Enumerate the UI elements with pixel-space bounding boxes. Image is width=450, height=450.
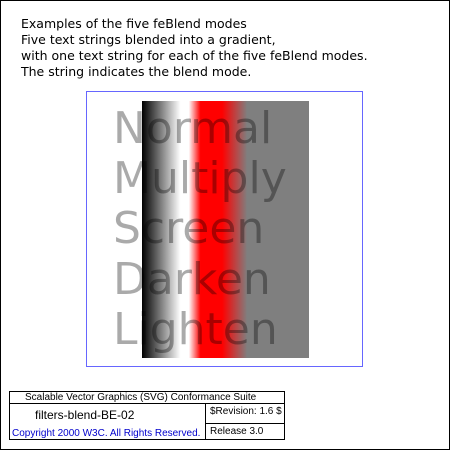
info-divider-horizontal — [205, 423, 285, 424]
description-line-2: Five text strings blended into a gradien… — [21, 32, 276, 47]
blend-word-normal: Normal — [113, 103, 273, 154]
blend-word-lighten: Lighten — [113, 304, 278, 355]
blend-word-multiply: Multiply — [113, 153, 287, 204]
description-line-4: The string indicates the blend mode. — [21, 64, 252, 79]
test-page: Examples of the five feBlend modes Five … — [0, 0, 450, 450]
info-divider-vertical — [205, 404, 206, 440]
blend-word-screen: Screen — [113, 203, 265, 254]
release-label: Release 3.0 — [210, 426, 264, 437]
copyright-link[interactable]: Copyright 2000 W3C. All Rights Reserved. — [12, 428, 200, 439]
description-line-1: Examples of the five feBlend modes — [21, 16, 247, 31]
suite-title: Scalable Vector Graphics (SVG) Conforman… — [25, 392, 257, 403]
test-name: filters-blend-BE-02 — [35, 408, 135, 422]
blend-word-darken: Darken — [113, 254, 271, 305]
description-line-3: with one text string for each of the fiv… — [21, 48, 368, 63]
revision-label: $Revision: 1.6 $ — [210, 406, 282, 417]
